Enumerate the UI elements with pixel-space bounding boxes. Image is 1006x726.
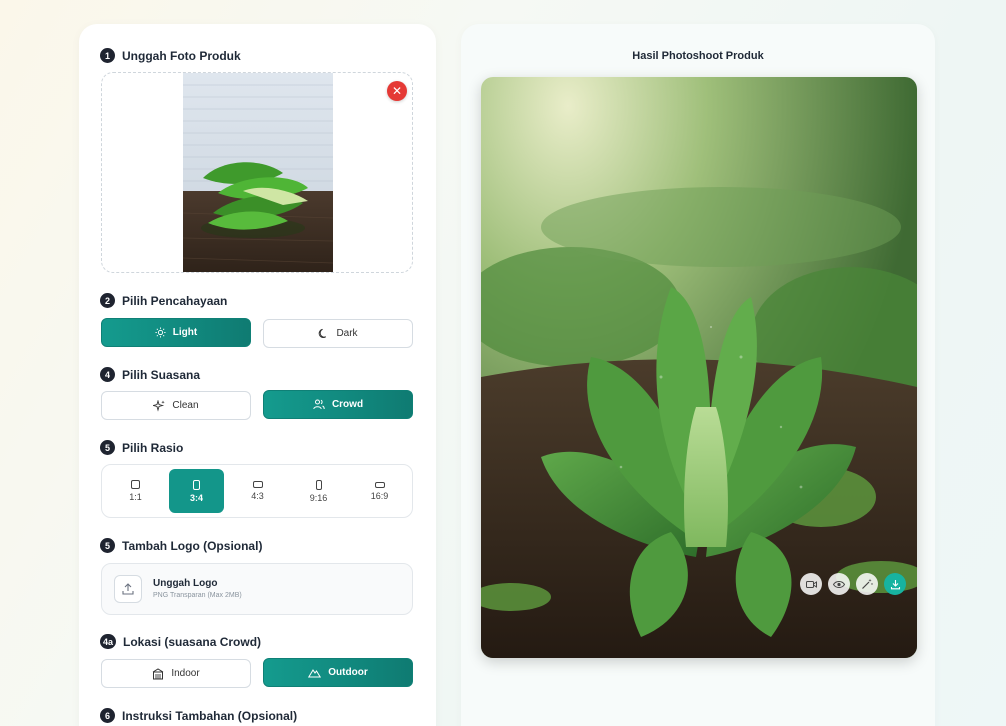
upload-icon <box>114 575 142 603</box>
ratio-option-4-3[interactable]: 4:3 <box>230 469 285 513</box>
lighting-light-button[interactable]: Light <box>101 318 251 347</box>
download-icon <box>890 579 900 589</box>
moon-icon <box>319 328 327 338</box>
step-badge: 5 <box>100 440 115 455</box>
portrait-icon <box>193 479 200 490</box>
button-label: Light <box>172 327 198 338</box>
ratio-option-9-16[interactable]: 9:16 <box>291 469 346 513</box>
section-logo-title: 5 Tambah Logo (Opsional) <box>100 538 262 553</box>
square-icon <box>131 480 140 489</box>
preview-button[interactable] <box>828 573 850 595</box>
step-badge: 1 <box>100 48 115 63</box>
button-label: Clean <box>172 400 199 411</box>
video-icon <box>805 580 817 588</box>
mountain-icon <box>308 669 322 678</box>
remove-photo-button[interactable]: ✕ <box>387 81 407 101</box>
section-label: Lokasi (suasana Crowd) <box>123 634 262 649</box>
section-ratio-title: 5 Pilih Rasio <box>100 440 183 455</box>
logo-upload-button[interactable]: Unggah Logo PNG Transparan (Max 2MB) <box>101 563 413 615</box>
sparkles-icon <box>153 399 166 412</box>
section-label: Pilih Suasana <box>122 367 201 382</box>
section-lighting-title: 2 Pilih Pencahayaan <box>100 293 227 308</box>
section-label: Instruksi Tambahan (Opsional) <box>122 708 298 723</box>
edit-button[interactable] <box>856 573 878 595</box>
tall-portrait-icon <box>315 479 322 490</box>
section-label: Pilih Rasio <box>122 440 184 455</box>
logo-upload-hint: PNG Transparan (Max 2MB) <box>153 592 242 599</box>
ratio-option-16-9[interactable]: 16:9 <box>352 469 407 513</box>
ratio-option-3-4[interactable]: 3:4 <box>169 469 224 513</box>
location-indoor-button[interactable]: Indoor <box>101 659 251 688</box>
landscape-icon <box>252 481 263 488</box>
button-label: Crowd <box>331 399 364 410</box>
result-panel: Hasil Photoshoot Produk <box>461 24 935 726</box>
button-label: Outdoor <box>328 667 368 678</box>
ratio-label: 9:16 <box>309 492 328 503</box>
magic-wand-icon <box>862 578 873 589</box>
lighting-dark-button[interactable]: Dark <box>263 319 413 348</box>
step-badge: 5 <box>100 538 115 553</box>
location-outdoor-button[interactable]: Outdoor <box>263 658 413 687</box>
ratio-label: 3:4 <box>189 492 203 503</box>
generated-photo <box>481 77 917 658</box>
result-title: Hasil Photoshoot Produk <box>632 50 764 62</box>
logo-upload-label: Unggah Logo <box>153 578 218 589</box>
sun-icon <box>155 327 166 338</box>
settings-panel: 1 Unggah Foto Produk ✕ 2 Pilih Pencahaya… <box>79 24 436 726</box>
button-label: Indoor <box>171 668 200 679</box>
section-instructions-title: 6 Instruksi Tambahan (Opsional) <box>100 708 297 723</box>
ratio-selector: 1:1 3:4 4:3 9:16 16:9 <box>101 464 413 518</box>
section-mood-title: 4 Pilih Suasana <box>100 367 200 382</box>
step-badge: 4a <box>100 634 117 649</box>
close-icon: ✕ <box>391 84 403 98</box>
section-upload-title: 1 Unggah Foto Produk <box>100 48 241 63</box>
product-upload-area[interactable]: ✕ <box>101 72 413 273</box>
step-badge: 4 <box>100 367 115 382</box>
section-label: Tambah Logo (Opsional) <box>122 538 263 553</box>
step-badge: 6 <box>100 708 115 723</box>
section-label: Unggah Foto Produk <box>122 48 241 63</box>
section-label: Pilih Pencahayaan <box>122 293 228 308</box>
wide-landscape-icon <box>374 481 385 488</box>
product-photo <box>183 73 333 272</box>
building-icon <box>153 667 164 679</box>
eye-icon <box>833 580 845 588</box>
download-button[interactable] <box>884 573 906 595</box>
mood-clean-button[interactable]: Clean <box>101 391 251 420</box>
mood-crowd-button[interactable]: Crowd <box>263 390 413 419</box>
video-button[interactable] <box>800 573 822 595</box>
ratio-label: 1:1 <box>129 492 142 502</box>
step-badge: 2 <box>100 293 115 308</box>
users-icon <box>313 399 325 410</box>
ratio-option-1-1[interactable]: 1:1 <box>108 469 163 513</box>
button-label: Dark <box>336 328 358 339</box>
ratio-label: 4:3 <box>251 491 264 501</box>
section-location-title: 4a Lokasi (suasana Crowd) <box>100 634 261 649</box>
ratio-label: 16:9 <box>370 490 389 501</box>
